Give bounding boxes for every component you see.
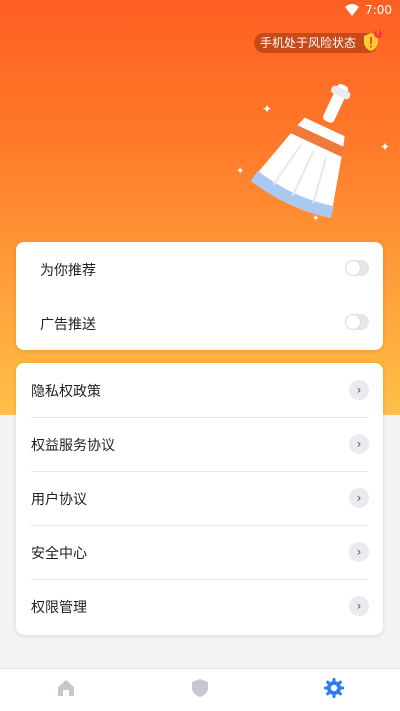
link-label: 隐私权政策 — [31, 384, 101, 400]
toggle-settings-card: 为你推荐 广告推送 — [16, 242, 383, 350]
link-permission-management[interactable]: 权限管理 › — [16, 579, 383, 633]
switch-knob — [346, 315, 360, 329]
switch-knob — [346, 261, 360, 275]
links-card: 隐私权政策 › 权益服务协议 › 用户协议 › 安全中心 › 权限管理 › — [16, 363, 383, 635]
risk-status-pill[interactable]: 手机处于风险状态 — [253, 33, 378, 53]
bottom-nav — [0, 668, 400, 711]
toggle-row-recommend: 为你推荐 — [16, 242, 383, 296]
risk-status-text: 手机处于风险状态 — [259, 36, 356, 50]
wifi-icon — [345, 4, 359, 16]
risk-badge: ! — [374, 30, 382, 38]
shield-icon[interactable] — [189, 677, 211, 699]
toggle-label: 为你推荐 — [40, 263, 96, 279]
status-time: 7:00 — [365, 3, 392, 17]
chevron-right-icon: › — [349, 542, 369, 562]
gear-icon[interactable] — [323, 677, 345, 699]
toggle-label: 广告推送 — [40, 317, 96, 333]
sparkle-icon: ✦ — [312, 214, 320, 224]
link-privacy-policy[interactable]: 隐私权政策 › — [16, 363, 383, 417]
sparkle-icon: ✦ — [262, 102, 273, 116]
chevron-right-icon: › — [349, 488, 369, 508]
chevron-right-icon: › — [349, 434, 369, 454]
link-label: 用户协议 — [31, 492, 87, 508]
chevron-right-icon: › — [349, 596, 369, 616]
chevron-right-icon: › — [349, 380, 369, 400]
link-label: 权限管理 — [31, 600, 87, 616]
ad-push-toggle-switch[interactable] — [345, 314, 369, 330]
sparkle-icon: ✦ — [236, 166, 245, 177]
recommend-toggle-switch[interactable] — [345, 260, 369, 276]
link-label: 安全中心 — [31, 546, 87, 562]
link-user-agreement[interactable]: 用户协议 › — [16, 471, 383, 525]
toggle-row-ad-push: 广告推送 — [16, 296, 383, 350]
sparkle-icon: ✦ — [380, 140, 391, 154]
link-label: 权益服务协议 — [31, 438, 115, 454]
home-icon[interactable] — [55, 677, 77, 699]
link-security-center[interactable]: 安全中心 › — [16, 525, 383, 579]
status-bar: 7:00 — [0, 0, 400, 22]
link-benefit-agreement[interactable]: 权益服务协议 › — [16, 417, 383, 471]
broom-icon — [250, 84, 351, 219]
